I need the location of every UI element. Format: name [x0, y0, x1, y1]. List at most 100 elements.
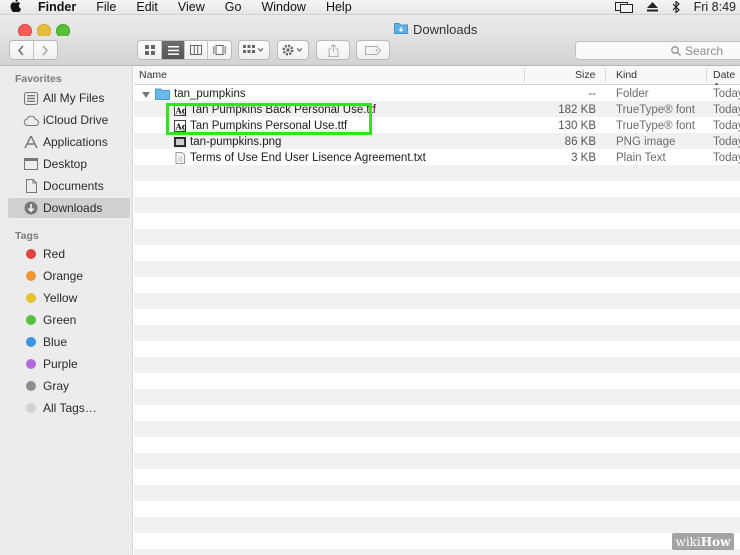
menubar-clock[interactable]: Fri 8:49: [694, 0, 736, 14]
file-name: Terms of Use End User Lisence Agreement.…: [174, 152, 426, 164]
sidebar-item-desktop[interactable]: Desktop: [8, 154, 130, 174]
sidebar-tag-gray[interactable]: Gray: [8, 376, 130, 396]
view-mode-selector: [137, 40, 232, 60]
favorites-header: Favorites: [15, 73, 62, 85]
sidebar-tag-blue[interactable]: Blue: [8, 332, 130, 352]
gallery-view-icon: [213, 45, 226, 55]
forward-button[interactable]: [34, 41, 57, 59]
sidebar-item-downloads[interactable]: Downloads: [8, 198, 130, 218]
search-input[interactable]: [576, 42, 740, 59]
tag-icon: [365, 45, 381, 55]
chevron-left-icon: [18, 45, 24, 55]
search-field[interactable]: Search: [575, 41, 740, 60]
tag-dot-icon: [26, 249, 36, 259]
file-size: 130 KB: [558, 120, 596, 132]
menu-bar: Finder File Edit View Go Window Help Fri…: [0, 0, 740, 15]
column-view-button[interactable]: [185, 41, 208, 59]
sidebar-item-label: Blue: [43, 335, 68, 349]
file-kind: Plain Text: [616, 152, 666, 164]
menu-help[interactable]: Help: [326, 0, 352, 14]
file-row[interactable]: Terms of Use End User Lisence Agreement.…: [134, 151, 740, 167]
column-header-kind[interactable]: Kind: [616, 69, 637, 81]
disclosure-triangle-icon[interactable]: [142, 90, 150, 102]
highlight-annotation: [166, 103, 372, 135]
apple-menu-icon[interactable]: [10, 0, 22, 15]
column-divider[interactable]: [706, 68, 707, 82]
file-date: Today: [713, 120, 740, 132]
file-name-text: Terms of Use End User Lisence Agreement.…: [190, 152, 426, 164]
cloud-icon: [22, 115, 40, 126]
file-name: tan_pumpkins: [155, 88, 246, 100]
folder-icon: [155, 88, 170, 100]
file-date: Today: [713, 136, 740, 148]
icon-view-button[interactable]: [138, 41, 162, 59]
file-kind: TrueType® font: [616, 120, 696, 132]
sidebar: Favorites All My Files iCloud Drive Appl…: [0, 66, 133, 555]
status-area: Fri 8:49: [614, 0, 740, 14]
sidebar-item-label: All Tags…: [43, 401, 97, 415]
edit-tags-button[interactable]: [356, 40, 390, 60]
sidebar-item-all-my-files[interactable]: All My Files: [8, 88, 130, 108]
column-header-name[interactable]: Name: [139, 69, 167, 81]
sidebar-tag-green[interactable]: Green: [8, 310, 130, 330]
eject-icon[interactable]: [646, 2, 658, 12]
file-name-text: tan-pumpkins.png: [190, 136, 282, 148]
file-rows: tan_pumpkins -- Folder Today Ag Tan Pump…: [134, 85, 740, 555]
tag-dot-icon: [26, 381, 36, 391]
sidebar-item-label: Purple: [43, 357, 78, 371]
bluetooth-icon[interactable]: [672, 1, 680, 13]
toolbar: Search: [0, 36, 740, 66]
sidebar-item-applications[interactable]: Applications: [8, 132, 130, 152]
sidebar-item-label: Documents: [43, 179, 104, 193]
menu-finder[interactable]: Finder: [38, 0, 76, 14]
share-button[interactable]: [316, 40, 350, 60]
downloads-icon: [22, 201, 40, 215]
sidebar-tag-yellow[interactable]: Yellow: [8, 288, 130, 308]
share-icon: [328, 43, 338, 57]
column-divider[interactable]: [524, 68, 525, 82]
arrange-button[interactable]: [238, 40, 270, 60]
downloads-folder-icon: [394, 22, 413, 37]
sidebar-item-documents[interactable]: Documents: [8, 176, 130, 196]
gallery-view-button[interactable]: [208, 41, 231, 59]
sidebar-item-label: Downloads: [43, 201, 103, 215]
sidebar-item-icloud-drive[interactable]: iCloud Drive: [8, 110, 130, 130]
file-date: Today: [713, 152, 740, 164]
menu-window[interactable]: Window: [261, 0, 305, 14]
file-size: 86 KB: [564, 136, 596, 148]
menu-edit[interactable]: Edit: [136, 0, 158, 14]
window-title: Downloads: [394, 22, 477, 37]
menu-view[interactable]: View: [178, 0, 205, 14]
action-button[interactable]: [277, 40, 309, 60]
sidebar-item-label: iCloud Drive: [43, 113, 109, 127]
column-header: Name Size Kind Date A: [134, 66, 740, 93]
column-divider[interactable]: [605, 68, 606, 82]
chevron-right-icon: [42, 45, 49, 55]
file-name-text: tan_pumpkins: [174, 88, 246, 100]
list-view-button[interactable]: [162, 41, 185, 59]
tag-dot-icon: [26, 359, 36, 369]
file-list: Name Size Kind Date A tan_pumpkins -- Fo…: [134, 66, 740, 555]
tag-dot-icon: [26, 271, 36, 281]
file-row[interactable]: tan-pumpkins.png 86 KB PNG image Today: [134, 135, 740, 151]
watermark-text-how: How: [700, 534, 731, 549]
sidebar-item-label: Red: [43, 247, 66, 261]
icon-view-icon: [144, 45, 155, 55]
sidebar-item-label: Green: [43, 313, 77, 327]
back-button[interactable]: [10, 41, 34, 59]
sidebar-tag-all-tags[interactable]: All Tags…: [8, 398, 130, 418]
column-header-size[interactable]: Size: [575, 69, 595, 81]
sidebar-tag-orange[interactable]: Orange: [8, 266, 130, 286]
menu-go[interactable]: Go: [225, 0, 242, 14]
window-title-text: Downloads: [413, 22, 478, 37]
file-row-folder[interactable]: tan_pumpkins -- Folder Today: [134, 87, 740, 103]
sidebar-tag-purple[interactable]: Purple: [8, 354, 130, 374]
sidebar-item-label: Applications: [43, 135, 108, 149]
sidebar-tag-red[interactable]: Red: [8, 244, 130, 264]
display-mirroring-icon[interactable]: [614, 1, 633, 13]
tag-dot-icon: [26, 337, 36, 347]
sidebar-item-label: Desktop: [43, 157, 88, 171]
menu-file[interactable]: File: [96, 0, 116, 14]
file-name: tan-pumpkins.png: [174, 136, 281, 148]
gear-icon: [282, 44, 303, 56]
